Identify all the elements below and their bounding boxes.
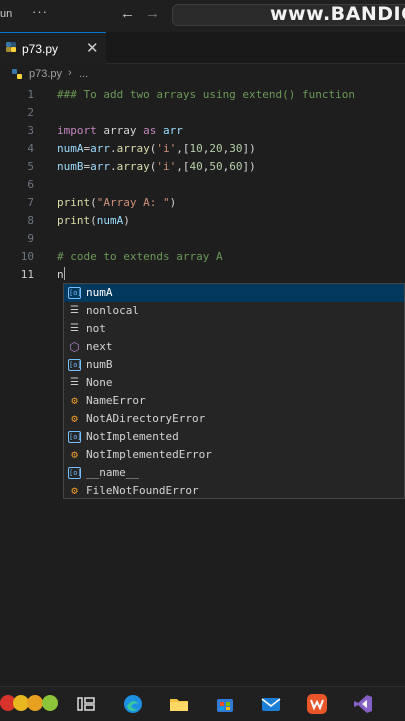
suggestion-label: NotADirectoryError xyxy=(86,412,206,425)
line-number: 1 xyxy=(27,88,34,101)
code-line: 8 print(numA) xyxy=(0,212,405,230)
code-line: 4 numA=arr.array('i',[10,20,30]) xyxy=(0,140,405,158)
code-text: ### To add two arrays using extend() fun… xyxy=(57,88,356,101)
line-number: 11 xyxy=(20,268,34,281)
code-text: numA=arr.array('i',[10,20,30]) xyxy=(57,142,256,155)
line-number: 8 xyxy=(27,214,34,227)
variable-icon: [o] xyxy=(68,467,82,479)
task-view-icon[interactable] xyxy=(75,693,97,715)
line-number: 9 xyxy=(27,232,34,245)
class-icon: ⚙ xyxy=(71,412,78,425)
variable-icon: [o] xyxy=(68,287,82,299)
suggestion-label: not xyxy=(86,322,106,335)
suggestion-label: NotImplemented xyxy=(86,430,179,443)
forward-arrow-icon[interactable]: → xyxy=(145,5,160,22)
suggestion-label: NameError xyxy=(86,394,146,407)
line-number: 7 xyxy=(27,196,34,209)
line-number: 5 xyxy=(27,160,34,173)
title-bar: un ··· ← → www.BANDIC xyxy=(0,0,405,32)
chevron-right-icon: › xyxy=(68,67,72,79)
text-cursor xyxy=(63,267,65,280)
breadcrumb-file[interactable]: p73.py xyxy=(29,68,62,80)
tab-label: p73.py xyxy=(22,42,59,56)
suggestion-item[interactable]: ☰ None xyxy=(64,374,404,392)
edge-icon[interactable] xyxy=(122,693,144,715)
line-number: 10 xyxy=(20,250,34,263)
line-number: 4 xyxy=(27,142,34,155)
line-number: 3 xyxy=(27,124,34,137)
code-line: 10 # code to extends array A xyxy=(0,248,405,266)
code-line: 1 ### To add two arrays using extend() f… xyxy=(0,86,405,104)
breadcrumb-symbols[interactable]: ... xyxy=(79,68,88,80)
code-text: print("Array A: ") xyxy=(57,196,177,209)
back-arrow-icon[interactable]: ← xyxy=(120,5,135,22)
line-number: 6 xyxy=(27,178,34,191)
file-explorer-icon[interactable] xyxy=(168,693,190,715)
code-text: print(numA) xyxy=(57,214,130,227)
tab-bar: p73.py ✕ xyxy=(0,32,405,64)
suggestion-item[interactable]: [o] numB xyxy=(64,356,404,374)
suggestion-label: nonlocal xyxy=(86,304,139,317)
keyword-icon: ☰ xyxy=(70,305,79,316)
more-menu-icon[interactable]: ··· xyxy=(32,4,48,19)
function-icon: ⬡ xyxy=(69,340,80,354)
mail-icon[interactable] xyxy=(260,693,282,715)
suggestion-item[interactable]: ⚙ FileNotFoundError xyxy=(64,482,404,500)
suggestion-label: None xyxy=(86,376,113,389)
suggestion-item[interactable]: [o] numA xyxy=(64,284,404,302)
suggestion-label: __name__ xyxy=(86,466,139,479)
class-icon: ⚙ xyxy=(71,484,78,497)
suggestion-item[interactable]: [o] __name__ xyxy=(64,464,404,482)
autocomplete-list[interactable]: [o] numA ☰ nonlocal ☰ not ⬡ next [o] num… xyxy=(63,283,405,499)
code-line: 9 xyxy=(0,230,405,248)
suggestion-item[interactable]: ☰ nonlocal xyxy=(64,302,404,320)
line-number: 2 xyxy=(27,106,34,119)
suggestion-item[interactable]: ⚙ NotImplementedError xyxy=(64,446,404,464)
suggestion-item[interactable]: ⚙ NotADirectoryError xyxy=(64,410,404,428)
fruit-app-icon[interactable] xyxy=(0,687,62,721)
breadcrumb: p73.py › ... xyxy=(0,66,405,84)
code-line: 6 xyxy=(0,176,405,194)
tab-p73-py[interactable]: p73.py ✕ xyxy=(0,32,106,64)
keyword-icon: ☰ xyxy=(70,323,79,334)
suggestion-label: numA xyxy=(86,286,113,299)
menu-run[interactable]: un xyxy=(0,8,12,20)
code-line: 2 xyxy=(0,104,405,122)
code-line: 7 print("Array A: ") xyxy=(0,194,405,212)
suggestion-label: FileNotFoundError xyxy=(86,484,199,497)
variable-icon: [o] xyxy=(68,431,82,443)
taskbar xyxy=(0,686,405,720)
code-text: n xyxy=(57,267,65,281)
python-file-icon xyxy=(12,69,22,79)
code-line-active: 11 n xyxy=(0,266,405,284)
close-icon[interactable]: ✕ xyxy=(86,39,99,57)
class-icon: ⚙ xyxy=(71,394,78,407)
suggestion-item[interactable]: [o] NotImplemented xyxy=(64,428,404,446)
wps-office-icon[interactable] xyxy=(306,693,328,715)
visual-studio-icon[interactable] xyxy=(352,693,374,715)
suggestion-label: numB xyxy=(86,358,113,371)
keyword-icon: ☰ xyxy=(70,377,79,388)
variable-icon: [o] xyxy=(68,359,82,371)
recorder-watermark: www.BANDIC xyxy=(270,3,405,25)
code-text: numB=arr.array('i',[40,50,60]) xyxy=(57,160,256,173)
suggestion-item[interactable]: ⚙ NameError xyxy=(64,392,404,410)
suggestion-item[interactable]: ☰ not xyxy=(64,320,404,338)
code-text: # code to extends array A xyxy=(57,250,223,263)
code-line: 5 numB=arr.array('i',[40,50,60]) xyxy=(0,158,405,176)
store-icon[interactable] xyxy=(214,693,236,715)
code-text: import array as arr xyxy=(57,124,183,137)
python-file-icon xyxy=(6,42,16,52)
suggestion-item[interactable]: ⬡ next xyxy=(64,338,404,356)
suggestion-label: next xyxy=(86,340,113,353)
suggestion-label: NotImplementedError xyxy=(86,448,212,461)
class-icon: ⚙ xyxy=(71,448,78,461)
code-line: 3 import array as arr xyxy=(0,122,405,140)
